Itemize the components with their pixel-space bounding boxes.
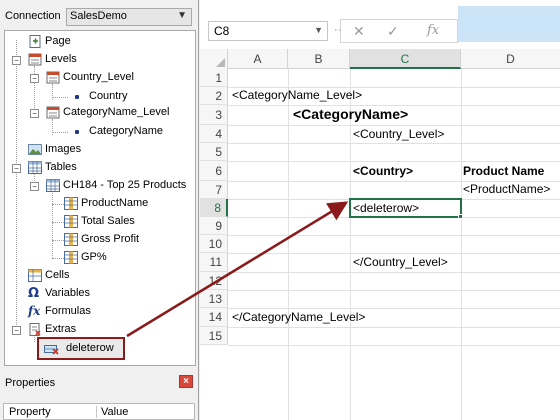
row-header-selected[interactable]: 8 bbox=[200, 199, 228, 217]
column-icon bbox=[64, 251, 78, 264]
gridline bbox=[228, 290, 560, 291]
image-icon bbox=[28, 143, 42, 156]
rows: 1 2 3 4 5 6 7 8 9 10 11 12 13 14 15 <Cat… bbox=[200, 69, 560, 420]
tree-line bbox=[16, 40, 17, 335]
column-header-d[interactable]: D bbox=[461, 49, 560, 69]
properties-title: Properties bbox=[5, 377, 56, 389]
gridline bbox=[228, 272, 560, 273]
fill-handle[interactable] bbox=[458, 214, 463, 219]
row-header[interactable]: 6 bbox=[200, 161, 228, 181]
cell-c6[interactable]: <Country> bbox=[353, 163, 413, 180]
cell-d7[interactable]: <ProductName> bbox=[463, 181, 550, 198]
property-column-header: Property bbox=[9, 406, 51, 418]
worksheet-grid: A B C D 1 2 3 4 5 6 7 8 9 10 11 12 13 14… bbox=[200, 49, 560, 420]
column-header-a[interactable]: A bbox=[228, 49, 288, 69]
cell-a2[interactable]: <CategoryName_Level> bbox=[232, 87, 362, 104]
gridline bbox=[228, 161, 560, 162]
chevron-down-icon: ▼ bbox=[177, 10, 187, 21]
column-icon bbox=[64, 215, 78, 228]
name-box-value: C8 bbox=[214, 24, 230, 38]
formula-bar-highlight bbox=[458, 6, 560, 42]
cell-c11[interactable]: </Country_Level> bbox=[353, 254, 448, 271]
cancel-icon[interactable]: ✕ bbox=[353, 23, 365, 40]
gridline bbox=[461, 69, 462, 420]
tree-line bbox=[52, 97, 68, 98]
tree-line bbox=[52, 188, 53, 258]
confirm-icon[interactable]: ✓ bbox=[387, 23, 399, 40]
collapse-toggle[interactable]: − bbox=[30, 182, 39, 191]
left-panel: Connection SalesDemo ▼ Page − Levels − C… bbox=[0, 0, 199, 420]
connection-row: Connection SalesDemo ▼ bbox=[0, 0, 199, 30]
page-icon bbox=[28, 35, 42, 48]
row-header[interactable]: 13 bbox=[200, 290, 228, 308]
column-icon bbox=[64, 197, 78, 210]
table-icon bbox=[46, 179, 60, 192]
column-header-b[interactable]: B bbox=[288, 49, 350, 69]
object-tree: Page − Levels − Country_Level Country − bbox=[4, 30, 196, 366]
row-header[interactable]: 15 bbox=[200, 327, 228, 345]
gridline bbox=[228, 235, 560, 236]
tree-line bbox=[52, 258, 64, 259]
deleterow-icon bbox=[44, 342, 59, 355]
collapse-toggle[interactable]: − bbox=[12, 56, 21, 65]
deleterow-label: deleterow bbox=[66, 342, 114, 354]
spreadsheet-panel: C8 ▼ ⋮ ✕ ✓ fx A B C D 1 2 3 bbox=[200, 0, 560, 420]
row-header[interactable]: 12 bbox=[200, 272, 228, 290]
table-icon bbox=[28, 161, 42, 174]
row-header[interactable]: 14 bbox=[200, 308, 228, 327]
cells-icon bbox=[28, 269, 42, 282]
chevron-down-icon: ▼ bbox=[314, 25, 323, 35]
column-headers: A B C D bbox=[200, 49, 560, 69]
connection-dropdown[interactable]: SalesDemo ▼ bbox=[66, 8, 192, 26]
extras-icon bbox=[28, 323, 42, 336]
row-header[interactable]: 7 bbox=[200, 181, 228, 199]
properties-header: Property Value bbox=[3, 403, 195, 420]
row-header[interactable]: 1 bbox=[200, 69, 228, 87]
levels-icon bbox=[28, 53, 42, 66]
column-header-c[interactable]: C bbox=[350, 49, 461, 69]
formula-tools: ✕ ✓ fx bbox=[340, 19, 458, 43]
tree-line bbox=[52, 204, 64, 205]
row-header[interactable]: 9 bbox=[200, 217, 228, 235]
close-icon[interactable]: × bbox=[179, 375, 193, 388]
row-header[interactable]: 3 bbox=[200, 105, 228, 125]
cell-a14[interactable]: </CategoryName_Level> bbox=[232, 309, 365, 326]
gridline bbox=[228, 345, 560, 346]
level-icon bbox=[46, 106, 60, 119]
tree-line bbox=[52, 222, 64, 223]
row-header[interactable]: 2 bbox=[200, 87, 228, 105]
collapse-toggle[interactable]: − bbox=[30, 74, 39, 83]
fx-icon: fx bbox=[28, 304, 41, 318]
select-all-corner[interactable] bbox=[200, 49, 228, 69]
row-header[interactable]: 11 bbox=[200, 253, 228, 272]
row-header[interactable]: 4 bbox=[200, 125, 228, 143]
field-bullet-icon bbox=[75, 130, 79, 134]
connection-label: Connection bbox=[5, 10, 61, 22]
column-icon bbox=[64, 233, 78, 246]
cell-d6[interactable]: Product Name bbox=[463, 163, 544, 180]
gridline bbox=[288, 69, 289, 420]
collapse-toggle[interactable]: − bbox=[30, 109, 39, 118]
field-bullet-icon bbox=[75, 95, 79, 99]
tree-line bbox=[52, 132, 68, 133]
tree-item-deleterow[interactable]: deleterow bbox=[37, 337, 125, 360]
name-box[interactable]: C8 ▼ bbox=[208, 21, 328, 41]
level-icon bbox=[46, 71, 60, 84]
cell-c4[interactable]: <Country_Level> bbox=[353, 126, 444, 143]
omega-icon: Ω bbox=[28, 286, 40, 301]
gridline bbox=[228, 143, 560, 144]
collapse-toggle[interactable]: − bbox=[12, 326, 21, 335]
properties-panel: Properties × Property Value bbox=[0, 372, 199, 420]
value-column-header: Value bbox=[96, 406, 128, 418]
collapse-toggle[interactable]: − bbox=[12, 164, 21, 173]
tree-line bbox=[52, 240, 64, 241]
row-header[interactable]: 10 bbox=[200, 235, 228, 253]
connection-value: SalesDemo bbox=[70, 10, 127, 22]
active-cell-selection[interactable] bbox=[349, 198, 462, 218]
gridline bbox=[228, 327, 560, 328]
insert-function-icon[interactable]: fx bbox=[427, 23, 439, 38]
cell-b3[interactable]: <CategoryName> bbox=[293, 106, 408, 123]
row-header[interactable]: 5 bbox=[200, 143, 228, 161]
